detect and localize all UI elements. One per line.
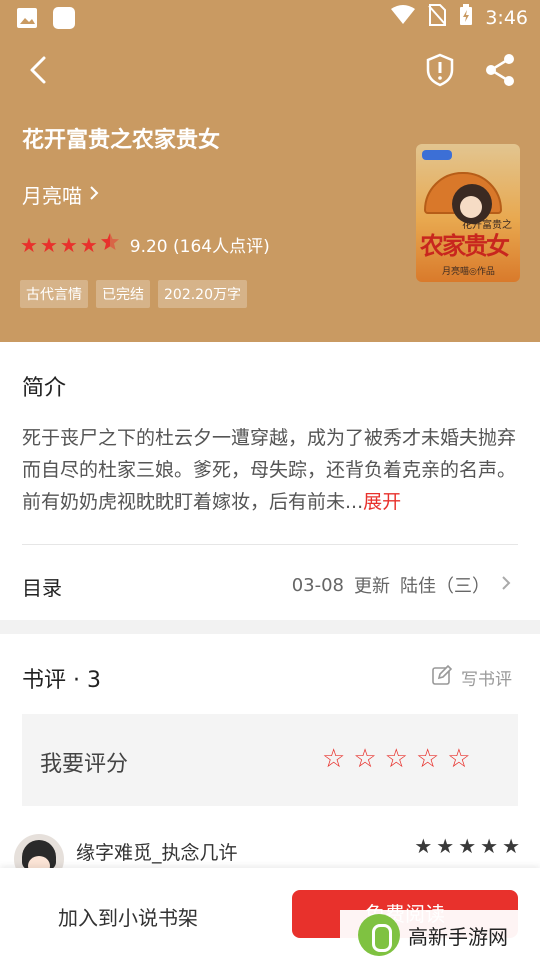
- app-icon: [52, 6, 76, 34]
- reviews-heading: 书评 · 3: [22, 668, 101, 693]
- divider: [22, 544, 518, 545]
- rate-box: 我要评分 ☆ ☆ ☆ ☆ ☆: [22, 714, 518, 806]
- intro-heading: 简介: [22, 376, 67, 401]
- intro-card: 简介 死于丧尸之下的杜云夕一遭穿越，成为了被秀才未婚夫抛弃而自尽的杜家三娘。爹死…: [0, 342, 540, 620]
- star-outline-icon[interactable]: ☆: [416, 744, 439, 774]
- toc-label[interactable]: 目录: [22, 572, 62, 601]
- report-shield-icon[interactable]: [420, 50, 460, 90]
- toc-latest-chapter: 陆佳（三）: [400, 576, 490, 597]
- author-link[interactable]: 月亮喵: [22, 180, 100, 209]
- write-review-label: 写书评: [461, 670, 512, 690]
- tag-genre: 古代言情: [20, 280, 88, 308]
- star-icon: ★: [436, 834, 455, 858]
- star-outline-icon[interactable]: ☆: [447, 744, 470, 774]
- star-icon: ★: [480, 834, 499, 858]
- watermark-text: 高新手游网: [408, 924, 508, 949]
- wifi-icon: [391, 5, 416, 30]
- watermark-logo-icon: [358, 914, 400, 956]
- cover-author: 月亮喵◎作品: [442, 267, 495, 277]
- intro-text: 死于丧尸之下的杜云夕一遭穿越，成为了被秀才未婚夫抛弃而自尽的杜家三娘。爹死，母失…: [22, 422, 518, 518]
- comment-username: 缘字难觅_执念几许: [76, 842, 238, 864]
- write-review-button[interactable]: 写书评: [431, 664, 512, 691]
- status-bar: 3:46: [0, 0, 540, 36]
- clock-time: 3:46: [485, 6, 528, 29]
- chevron-right-icon: [88, 183, 100, 207]
- intro-summary: 死于丧尸之下的杜云夕一遭穿越，成为了被秀才未婚夫抛弃而自尽的杜家三娘。爹死，母失…: [22, 427, 517, 513]
- chevron-right-icon: [500, 573, 512, 597]
- battery-charging-icon: [459, 4, 473, 31]
- star-outline-icon[interactable]: ☆: [353, 744, 376, 774]
- share-icon[interactable]: [480, 50, 520, 90]
- toc-update-label: 更新: [354, 576, 390, 597]
- star-outline-icon[interactable]: ☆: [322, 744, 345, 774]
- toc-latest[interactable]: 03-08 更新 陆佳（三）: [292, 572, 512, 598]
- star-outline-icon[interactable]: ☆: [385, 744, 408, 774]
- tag-word-count: 202.20万字: [158, 280, 247, 308]
- half-star-icon: [100, 232, 120, 257]
- cover-title: 农家贵女: [420, 231, 510, 260]
- no-sim-icon: [427, 4, 447, 31]
- tag-list: 古代言情 已完结 202.20万字: [20, 280, 247, 308]
- expand-link[interactable]: 展开: [363, 491, 401, 513]
- author-name: 月亮喵: [22, 184, 82, 208]
- star-icon: ★: [20, 232, 38, 257]
- star-icon: ★: [39, 232, 58, 257]
- edit-icon: [431, 664, 453, 691]
- rating-text: 9.20 (164人点评): [129, 237, 270, 257]
- comment-stars: ★ ★ ★ ★ ★: [414, 834, 520, 858]
- top-nav: [0, 40, 540, 100]
- star-icon: ★: [59, 232, 78, 257]
- rate-label: 我要评分: [40, 752, 129, 777]
- star-icon: ★: [502, 834, 520, 858]
- publisher-logo: [422, 150, 452, 160]
- rating-row: ★ ★ ★ ★ 9.20 (164人点评): [20, 232, 270, 258]
- watermark: 高新手游网: [340, 910, 540, 960]
- girl-face-art: [460, 196, 482, 218]
- book-header: 3:46 花开富贵之农家贵女 月亮喵 ★ ★ ★ ★ 9.20 (164人点评)…: [0, 0, 540, 342]
- rate-stars[interactable]: ☆ ☆ ☆ ☆ ☆: [322, 744, 471, 774]
- book-title: 花开富贵之农家贵女: [22, 128, 221, 153]
- star-icon: ★: [414, 834, 433, 858]
- star-icon: ★: [79, 232, 98, 257]
- book-cover: 花开富贵之 农家贵女 月亮喵◎作品: [416, 144, 520, 282]
- toc-date: 03-08: [291, 574, 344, 596]
- back-icon[interactable]: [20, 50, 60, 90]
- gallery-icon: [16, 7, 38, 33]
- tag-status: 已完结: [96, 280, 150, 308]
- add-to-shelf-button[interactable]: 加入到小说书架: [58, 902, 198, 931]
- star-icon: ★: [458, 834, 477, 858]
